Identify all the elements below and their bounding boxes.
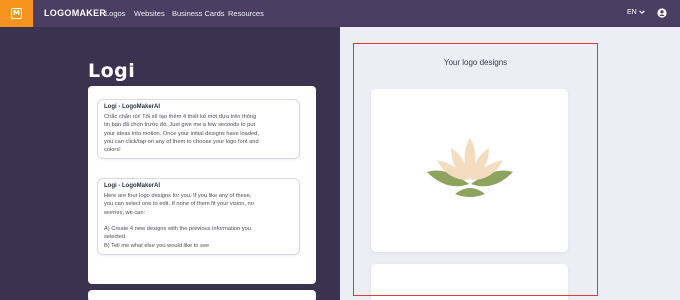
logi-brand: Logi (88, 60, 136, 82)
logomaker-badge[interactable]: M (0, 0, 33, 27)
chat-message: Logi - LogoMakerAI Chắc chắn rồi! Tôi sẽ… (97, 99, 300, 160)
message-text: Chắc chắn rồi! Tôi sẽ tạo thêm 4 thiết k… (104, 114, 259, 154)
logomaker-logo[interactable]: LOGOMAKER (44, 8, 106, 18)
message-sender: Logi - LogoMakerAI (104, 104, 160, 110)
language-selector[interactable]: EN (627, 9, 637, 16)
user-icon[interactable] (657, 8, 667, 18)
chevron-down-icon[interactable] (638, 8, 646, 16)
nav-logos[interactable]: Logos (105, 9, 125, 18)
designs-highlight-frame (353, 43, 598, 296)
nav-websites[interactable]: Websites (134, 9, 165, 18)
chat-input-card[interactable] (88, 290, 316, 300)
nav-business-cards[interactable]: Business Cards (172, 9, 225, 18)
chat-message: Logi - LogoMakerAI Here are four logo de… (97, 178, 300, 256)
logomaker-badge-icon: M (11, 8, 22, 19)
message-sender: Logi - LogoMakerAI (104, 183, 160, 189)
message-text: Here are four logo designs for you. If y… (104, 193, 254, 249)
nav-resources[interactable]: Resources (228, 9, 264, 18)
